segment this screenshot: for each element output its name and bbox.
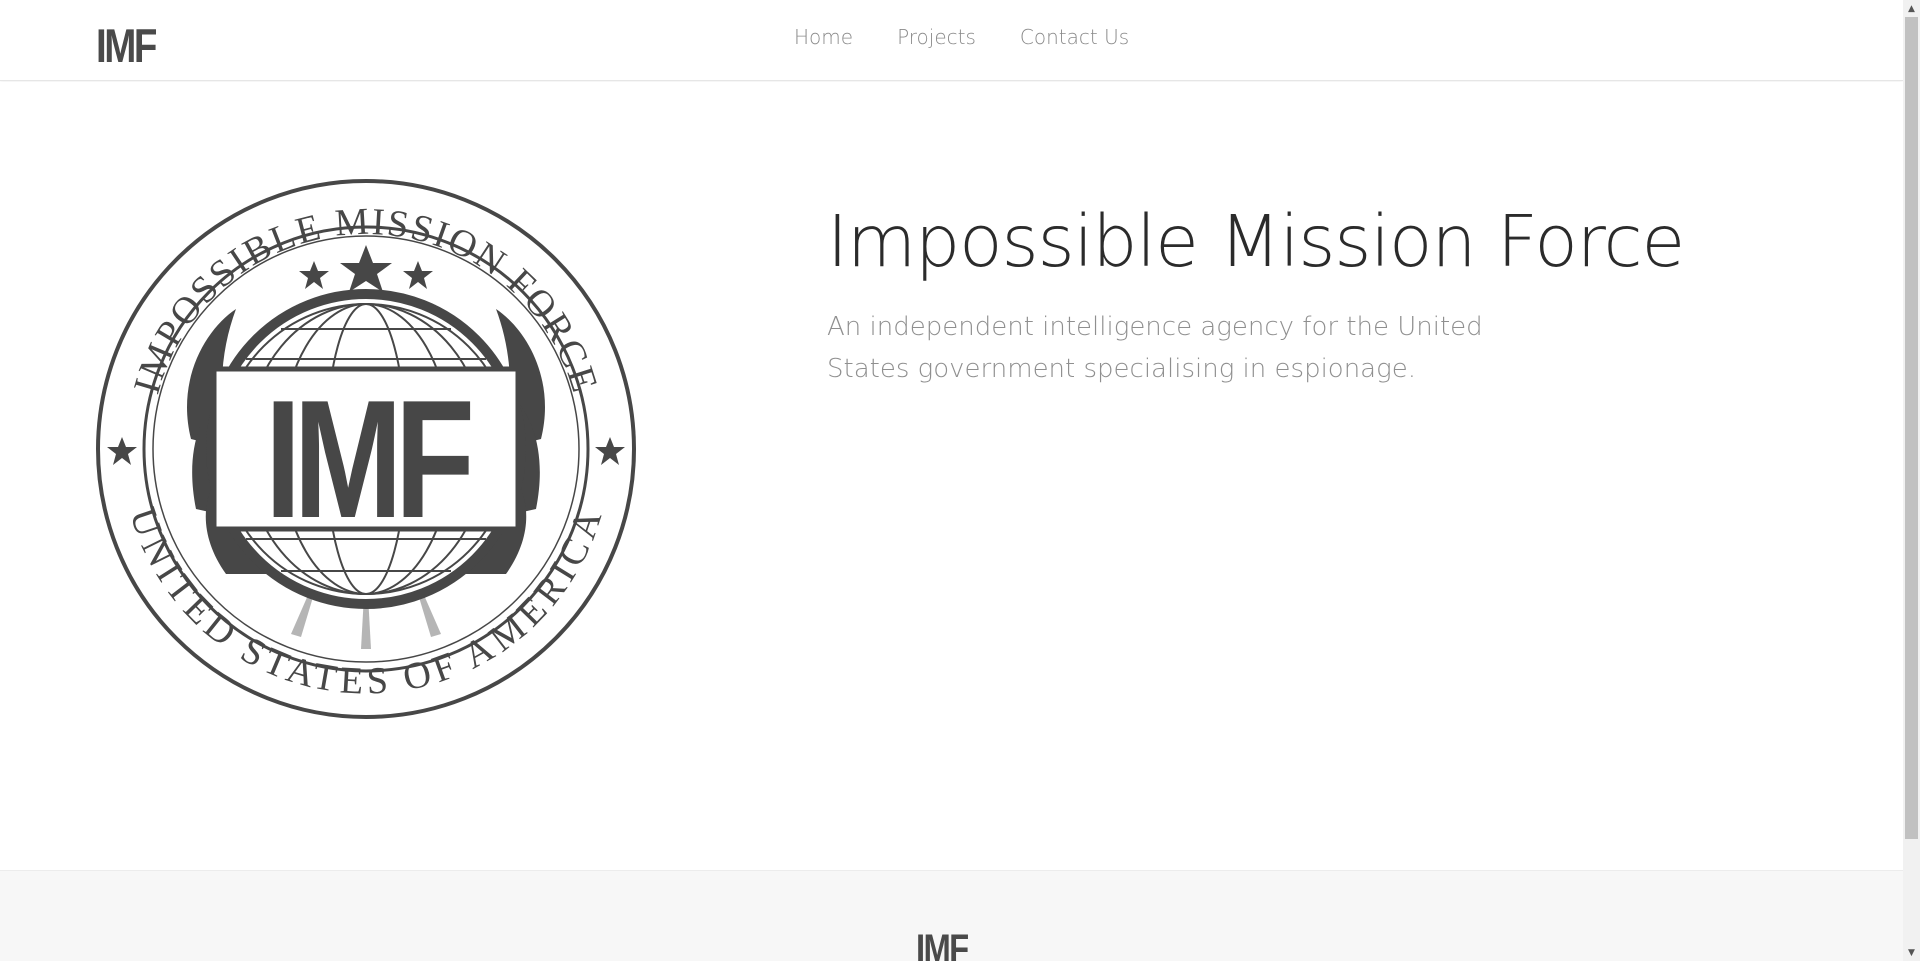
brand-logo[interactable]: IMF [96,22,157,70]
scroll-down-arrow-icon[interactable]: ▼ [1903,944,1920,961]
scroll-up-arrow-icon[interactable]: ▲ [1903,0,1920,17]
star-icon [107,437,137,465]
footer: IMF [0,870,1903,961]
hero-title: Impossible Mission Force [827,200,1685,283]
imf-seal-logo: IMPOSSIBLE MISSION FORCE UNITED STATES O… [96,179,636,719]
star-icon [595,437,625,465]
hero-subtitle: An independent intelligence agency for t… [827,312,1483,384]
page: IMF Home Projects Contact Us IMPOSSIBLE … [0,0,1903,961]
seal-graphic: IMPOSSIBLE MISSION FORCE UNITED STATES O… [96,179,636,719]
star-icon [340,245,392,292]
navbar: IMF Home Projects Contact Us [0,0,1903,81]
scroll-thumb[interactable] [1905,17,1918,839]
star-icon [403,261,433,289]
seal-center-text: IMF [265,365,471,552]
nav-contact-link[interactable]: Contact Us [1020,22,1129,52]
nav-projects-link[interactable]: Projects [897,22,976,52]
footer-logo: IMF [916,927,969,961]
vertical-scrollbar[interactable]: ▲ ▼ [1903,0,1920,961]
star-icon [299,261,329,289]
nav-home-link[interactable]: Home [794,22,853,52]
hero-section: IMPOSSIBLE MISSION FORCE UNITED STATES O… [0,82,1903,870]
main-nav: Home Projects Contact Us [794,22,1173,52]
